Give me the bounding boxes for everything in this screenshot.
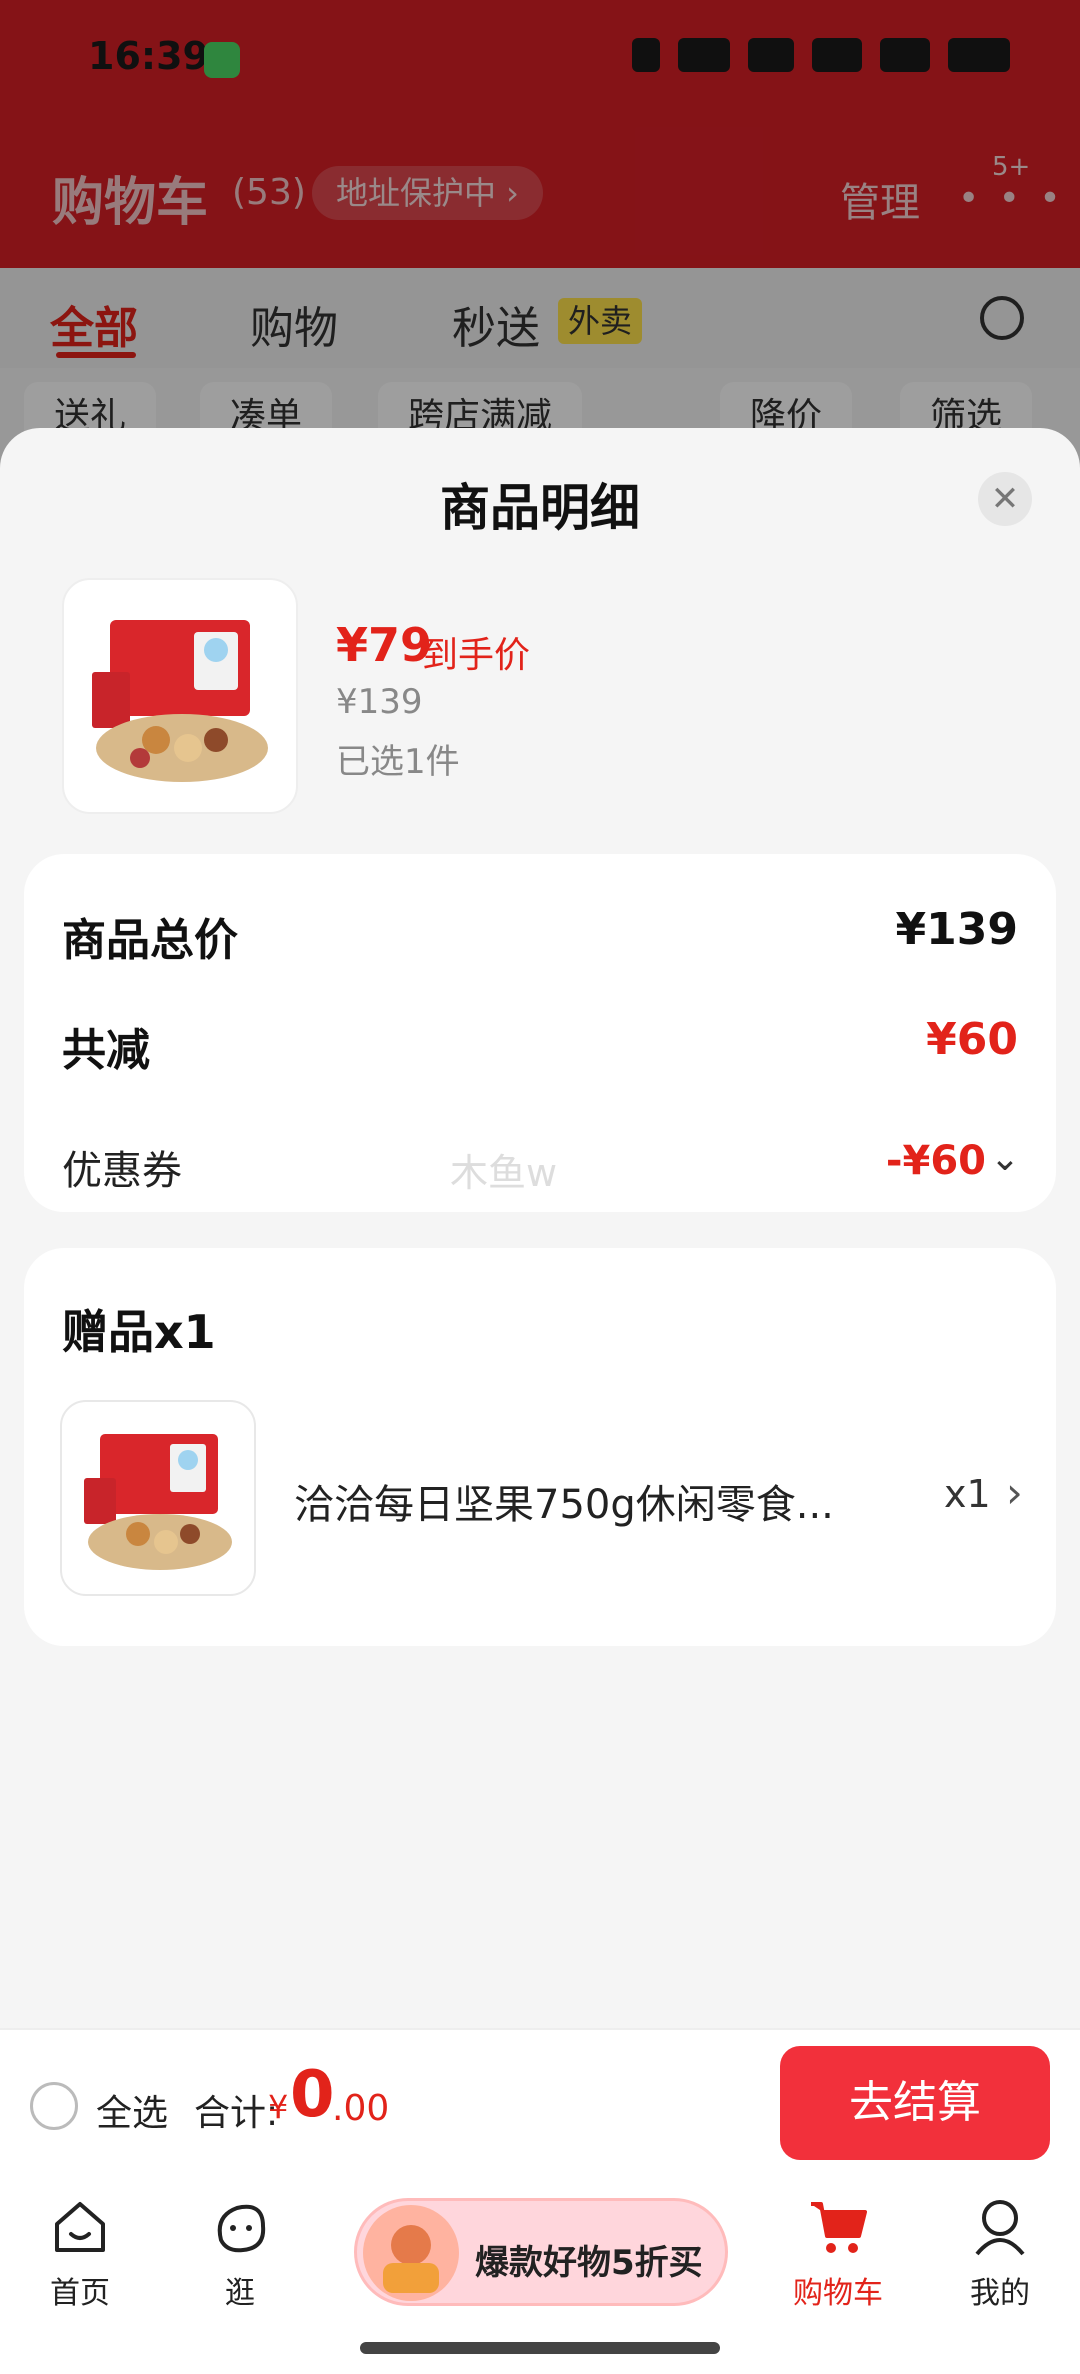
total-price-label: 商品总价 xyxy=(62,915,238,966)
bottom-tabbar: 首页 逛 爆款好物5折买 购物车 我的 xyxy=(0,2178,1080,2374)
checkout-bar: 全选 合计: ¥ 0 .00 去结算 xyxy=(0,2028,1080,2178)
product-image xyxy=(62,578,298,814)
cart-icon xyxy=(811,2202,867,2253)
promo-banner[interactable]: 爆款好物5折买 xyxy=(354,2198,728,2306)
gift-card: 赠品x1 洽洽每日坚果750g休闲零食... x1 › xyxy=(24,1248,1056,1646)
total-label: 合计: xyxy=(194,2093,279,2134)
gift-qty: x1 xyxy=(944,1472,991,1516)
chevron-down-icon[interactable]: ⌄ xyxy=(990,1138,1020,1179)
tab-home[interactable]: 首页 xyxy=(20,2196,140,2312)
price-summary-card: 商品总价 ¥139 共减 ¥60 优惠券 木鱼w -¥60 ⌄ xyxy=(24,854,1056,1212)
coupon-value[interactable]: -¥60 xyxy=(886,1138,986,1184)
product-price-tag: 到手价 xyxy=(422,635,531,676)
select-all-label[interactable]: 全选 xyxy=(96,2084,168,2136)
gift-name[interactable]: 洽洽每日坚果750g休闲零食... xyxy=(294,1472,834,1530)
product-selected-count: 已选1件 xyxy=(336,742,460,782)
user-icon xyxy=(975,2200,1025,2256)
select-all-radio[interactable] xyxy=(30,2082,78,2130)
promo-image xyxy=(363,2205,459,2301)
promo-text: 爆款好物5折买 xyxy=(475,2243,703,2283)
product-original-price: ¥139 xyxy=(336,682,423,722)
discount-label: 共减 xyxy=(62,1025,150,1076)
browse-icon xyxy=(217,2204,266,2253)
watermark: 木鱼w xyxy=(450,1151,558,1195)
coupon-label: 优惠券 xyxy=(62,1148,182,1194)
total-amount-int: 0 xyxy=(290,2058,335,2132)
tab-home-label: 首页 xyxy=(50,2276,110,2311)
discount-value: ¥60 xyxy=(926,1014,1018,1065)
product-price: ¥79 xyxy=(336,618,433,672)
detail-sheet: 商品明细 ✕ ¥79 到手价 ¥139 已选1件 商品总价 ¥139 共减 ¥6… xyxy=(0,428,1080,2028)
total-price-value: ¥139 xyxy=(895,904,1018,955)
tab-browse[interactable]: 逛 xyxy=(180,2196,300,2312)
tab-mine[interactable]: 我的 xyxy=(940,2196,1060,2312)
gift-image xyxy=(60,1400,256,1596)
checkout-button[interactable]: 去结算 xyxy=(780,2046,1050,2160)
tab-mine-label: 我的 xyxy=(970,2276,1030,2311)
chevron-right-icon[interactable]: › xyxy=(1006,1468,1023,1517)
gift-title: 赠品x1 xyxy=(62,1305,216,1359)
total-currency: ¥ xyxy=(268,2088,289,2126)
tab-browse-label: 逛 xyxy=(225,2276,255,2311)
tab-cart-label: 购物车 xyxy=(793,2276,883,2311)
home-indicator[interactable] xyxy=(360,2342,720,2354)
tab-cart[interactable]: 购物车 xyxy=(778,2196,898,2312)
total-amount-dec: .00 xyxy=(332,2088,390,2129)
home-icon xyxy=(55,2202,105,2252)
sheet-title: 商品明细 xyxy=(440,479,640,537)
close-icon[interactable]: ✕ xyxy=(978,472,1032,526)
